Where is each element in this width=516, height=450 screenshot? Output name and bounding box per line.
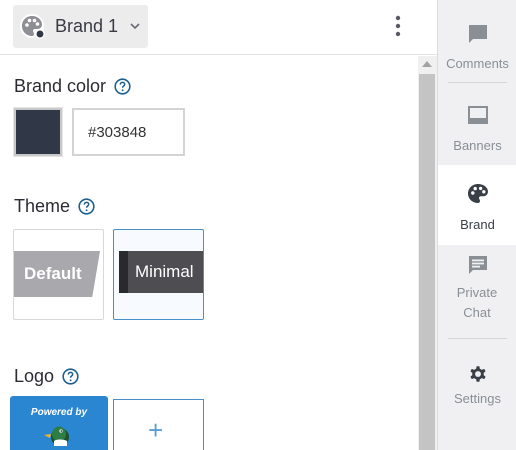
brand-select-label: Brand 1	[55, 16, 119, 36]
help-icon[interactable]	[114, 78, 131, 95]
sidebar-label-banners: Banners	[453, 138, 502, 153]
sidebar-item-brand[interactable]: Brand	[438, 165, 516, 245]
duck-logo-icon	[44, 426, 69, 446]
chevron-down-icon	[130, 23, 140, 30]
theme-option-minimal[interactable]: Minimal	[113, 229, 204, 320]
sidebar-item-private-chat[interactable]: Private Chat	[438, 246, 516, 334]
logo-title: Logo	[14, 366, 55, 386]
palette-icon	[20, 14, 45, 39]
sidebar-item-comments[interactable]: Comments	[438, 0, 516, 82]
more-vertical-icon[interactable]	[393, 14, 403, 38]
sidebar-item-banners[interactable]: Banners	[438, 83, 516, 164]
comment-icon	[468, 25, 487, 43]
gear-icon	[469, 366, 486, 382]
chat-icon	[468, 256, 487, 274]
sidebar-label-private-chat: Private Chat	[456, 285, 498, 320]
scroll-up-arrow-icon[interactable]	[422, 61, 432, 67]
brand-color-heading: Brand color	[14, 76, 131, 97]
theme-title: Theme	[14, 196, 71, 216]
panel-content: Brand color Theme Default Minimal	[0, 56, 418, 450]
theme-default-label: Default	[14, 251, 100, 297]
powered-by-text: Powered by	[30, 407, 88, 418]
palette-icon	[467, 184, 488, 203]
banner-icon	[467, 106, 488, 124]
sidebar-item-settings[interactable]: Settings	[438, 339, 516, 429]
sidebar-label-settings: Settings	[454, 391, 501, 406]
sidebar-label-brand: Brand	[460, 217, 495, 232]
logo-heading: Logo	[14, 366, 79, 387]
help-icon[interactable]	[78, 198, 95, 215]
logo-option-default[interactable]: Powered by	[10, 396, 108, 450]
brand-selector[interactable]: Brand 1	[13, 5, 148, 48]
right-sidebar: Comments Banners Brand Private Chat Sett…	[437, 0, 516, 450]
brand-color-title: Brand color	[14, 76, 107, 96]
sidebar-label-comments: Comments	[446, 56, 509, 71]
add-logo-button[interactable]: +	[113, 399, 204, 450]
theme-option-default[interactable]: Default	[13, 229, 104, 320]
brand-color-swatch[interactable]	[13, 107, 63, 157]
brand-color-hex-input[interactable]	[72, 108, 185, 156]
theme-minimal-label: Minimal	[119, 251, 203, 293]
vertical-scrollbar[interactable]	[418, 56, 437, 450]
theme-heading: Theme	[14, 196, 95, 217]
plus-icon: +	[148, 415, 164, 445]
panel-header: Brand 1	[0, 0, 437, 55]
help-icon[interactable]	[62, 368, 79, 385]
brand-panel: Brand 1 Brand color Theme	[0, 0, 437, 450]
scrollbar-thumb[interactable]	[419, 74, 435, 450]
